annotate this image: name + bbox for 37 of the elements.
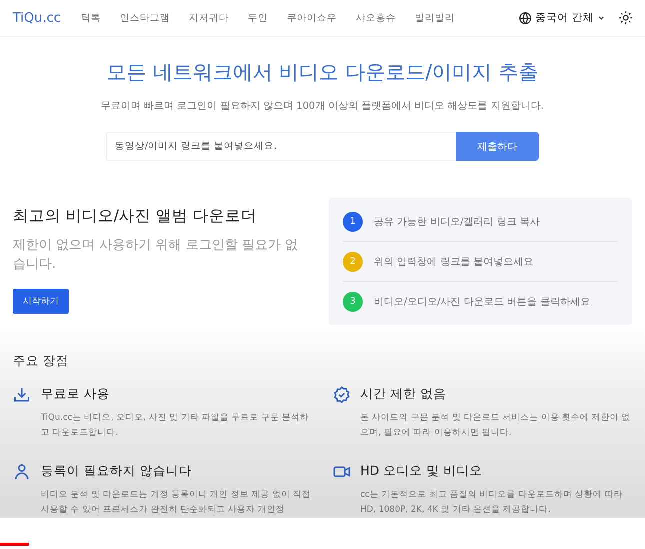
step-number: 1 — [343, 212, 363, 232]
start-button[interactable]: 시작하기 — [13, 289, 69, 314]
nav-link[interactable]: 빌리빌리 — [415, 12, 456, 24]
step-text: 공유 가능한 비디오/갤러리 링크 복사 — [374, 216, 540, 228]
step-number: 3 — [343, 292, 363, 312]
feature-text: 비디오 분석 및 다운로드는 계정 등록이나 개인 정보 제공 없이 직접 사용할 수 있어 프로세스가 완전히 단순화되고 사용자 개인정 — [41, 489, 312, 517]
submit-button[interactable]: 제출하다 — [456, 132, 539, 161]
hero-title: 모든 네트워크에서 비디오 다운로드/이미지 추출 — [105, 59, 540, 86]
check-badge-icon — [332, 386, 350, 404]
nav-link[interactable]: 두인 — [248, 12, 268, 24]
intro-text: 제한이 없으며 사용하기 위해 로그인할 필요가 없습니다. — [13, 237, 300, 274]
nav-link[interactable]: 인스타그램 — [120, 12, 170, 24]
nav-link[interactable]: 샤오홍슈 — [356, 12, 396, 24]
features-heading: 주요 장점 — [13, 353, 70, 370]
step-number: 2 — [343, 252, 363, 272]
feature-title: 등록이 필요하지 않습니다 — [41, 463, 193, 480]
feature-text: TiQu.cc는 비디오, 오디오, 사진 및 기타 파일을 무료로 구문 분석하고 다운로드합니다. — [41, 412, 310, 440]
feature-title: HD 오디오 및 비디오 — [360, 463, 484, 480]
link-input-field[interactable]: 동영상/이미지 링크를 붙여넣으세요. — [106, 132, 456, 161]
feature-title: 시간 제한 없음 — [360, 386, 448, 403]
globe-icon — [518, 12, 532, 24]
user-icon — [13, 463, 31, 481]
language-selector[interactable]: 중국어 간체 — [518, 11, 605, 25]
sun-icon[interactable] — [619, 11, 633, 25]
nav-link[interactable]: 쿠아이쇼우 — [287, 12, 338, 24]
site-logo[interactable]: TiQu.cc — [13, 10, 62, 26]
caret-icon — [598, 14, 605, 22]
hero-subtitle: 무료이며 빠르며 로그인이 필요하지 않으며 100개 이상의 플랫폼에서 비디오 해상도를 지원합니다. — [100, 100, 545, 113]
download-icon — [13, 386, 31, 404]
feature-text: cc는 기본적으로 최고 품질의 비디오를 다운로드하며 상황에 따라 HD, 1080P, 2K, 4K 및 기타 옵션을 제공합니다. — [360, 489, 624, 517]
feature-text: 본 사이트의 구문 분석 및 다운로드 서비스는 이용 횟수에 제한이 없으며, 필요에 따라 이용하시면 됩니다. — [360, 412, 632, 440]
step-text: 비디오/오디오/사진 다운로드 버튼을 클릭하세요 — [374, 296, 590, 308]
nav-link[interactable]: 틱톡 — [81, 12, 102, 24]
nav-link[interactable]: 지저귀다 — [189, 12, 230, 24]
intro-title: 최고의 비디오/사진 앨범 다운로더 — [13, 206, 258, 227]
step-text: 위의 입력창에 링크를 붙여넣으세요 — [374, 256, 534, 268]
feature-title: 무료로 사용 — [41, 386, 111, 403]
